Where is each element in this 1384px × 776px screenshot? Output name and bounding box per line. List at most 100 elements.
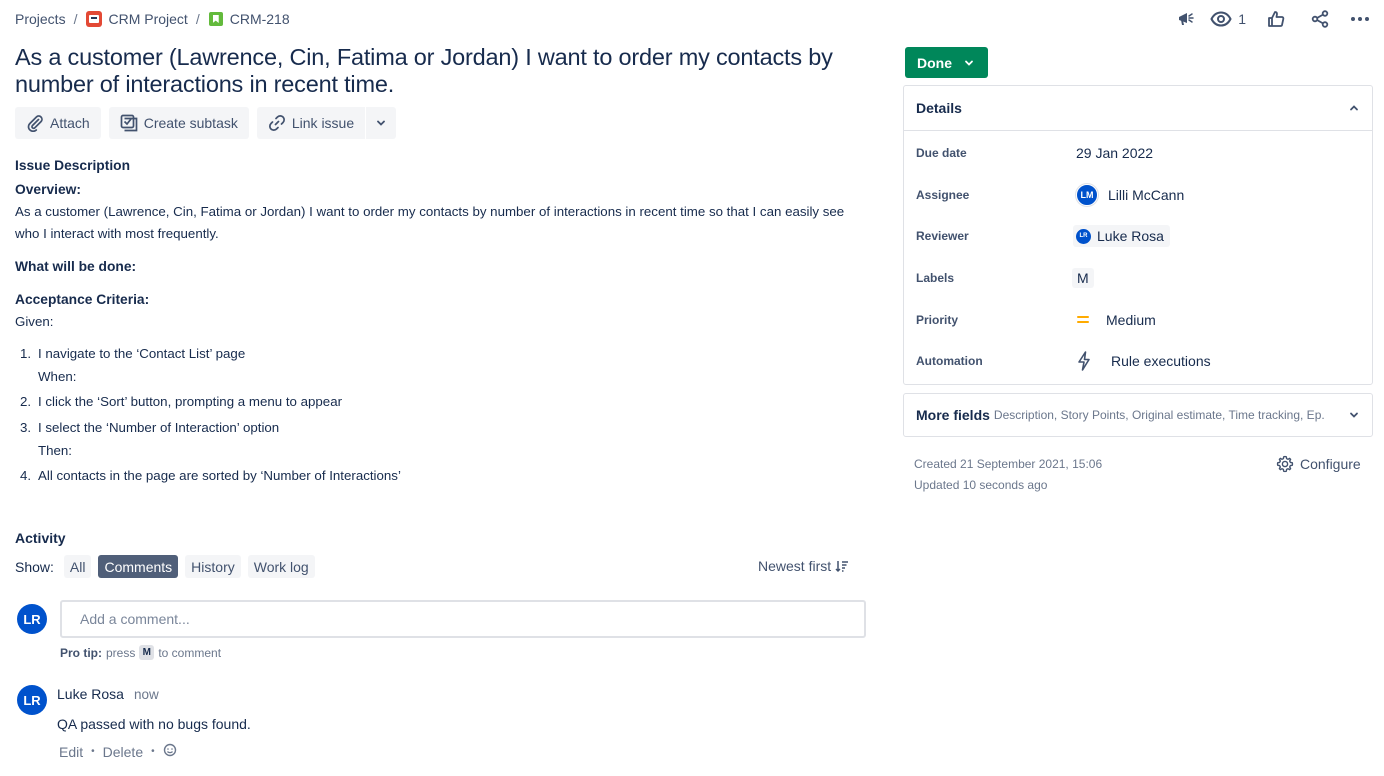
more-fields-panel[interactable]: More fields Description, Story Points, O… xyxy=(903,393,1373,437)
subtask-icon xyxy=(120,114,138,132)
protip-suffix: to comment xyxy=(158,645,222,660)
chevron-down-icon xyxy=(1350,412,1358,418)
share-button[interactable] xyxy=(1308,8,1332,30)
done-label: What will be done: xyxy=(15,259,137,274)
breadcrumb-issue[interactable]: CRM-218 xyxy=(208,11,290,27)
emoji-icon xyxy=(163,743,176,757)
list-text: I click the ‘Sort’ button, prompting a m… xyxy=(38,394,343,409)
list-item: 3. I select the ‘Number of Interaction’ … xyxy=(15,417,865,462)
chevron-down-icon xyxy=(377,120,386,126)
more-toolbar-dropdown[interactable] xyxy=(366,107,397,139)
configure-button[interactable]: Configure xyxy=(1276,455,1361,473)
feedback-button[interactable] xyxy=(1174,8,1198,30)
priority-value[interactable]: Medium xyxy=(1076,312,1156,328)
create-subtask-button[interactable]: Create subtask xyxy=(108,107,249,139)
overview-text: As a customer (Lawrence, Cin, Fatima or … xyxy=(15,204,845,241)
list-number: 4. xyxy=(20,468,32,483)
priority-row: Priority Medium xyxy=(916,308,1361,332)
issue-title[interactable]: As a customer (Lawrence, Cin, Fatima or … xyxy=(15,44,845,98)
filter-work-log[interactable]: Work log xyxy=(247,555,315,578)
automation-label: Automation xyxy=(916,354,983,368)
paperclip-icon xyxy=(27,115,43,132)
list-number: 3. xyxy=(20,420,32,435)
comment-author[interactable]: Luke Rosa xyxy=(57,686,124,702)
reviewer-label: Reviewer xyxy=(916,229,969,243)
list-sub: When: xyxy=(38,369,77,384)
criteria-list: 1. I navigate to the ‘Contact List’ page… xyxy=(15,343,865,487)
priority-label: Priority xyxy=(916,313,959,327)
show-label: Show: xyxy=(15,558,54,575)
list-text: I select the ‘Number of Interaction’ opt… xyxy=(38,420,280,435)
assignee-label: Assignee xyxy=(916,188,970,202)
more-actions-button[interactable] xyxy=(1348,8,1372,30)
list-item: 1. I navigate to the ‘Contact List’ page… xyxy=(15,343,865,388)
breadcrumb-separator: / xyxy=(195,11,200,27)
given-label: Given: xyxy=(15,314,54,329)
avatar: LR xyxy=(1076,228,1091,244)
automation-value[interactable]: Rule executions xyxy=(1076,351,1211,371)
labels-label: Labels xyxy=(916,271,955,285)
activity-title: Activity xyxy=(15,530,66,546)
thumbs-up-icon xyxy=(1268,11,1285,27)
details-panel: Details Due date 29 Jan 2022 Assignee LM… xyxy=(903,85,1373,385)
due-date-value[interactable]: 29 Jan 2022 xyxy=(1076,145,1153,161)
ellipsis-icon xyxy=(1351,17,1369,21)
updated-text: Updated 10 seconds ago xyxy=(914,478,1048,492)
add-reaction-button[interactable] xyxy=(163,743,177,760)
due-date-row: Due date 29 Jan 2022 xyxy=(916,141,1361,165)
assignee-value[interactable]: LM Lilli McCann xyxy=(1076,184,1184,206)
comment-actions: Edit • Delete • xyxy=(59,743,177,760)
list-item: 4. All contacts in the page are sorted b… xyxy=(15,465,865,487)
issue-meta: Created 21 September 2021, 15:06 Updated… xyxy=(914,454,1102,496)
reviewer-value[interactable]: LR Luke Rosa xyxy=(1073,225,1170,247)
label-chip[interactable]: M xyxy=(1072,268,1094,288)
vote-button[interactable] xyxy=(1264,8,1288,30)
link-issue-button[interactable]: Link issue xyxy=(256,107,366,139)
filter-history[interactable]: History xyxy=(185,555,241,578)
sort-order-button[interactable]: Newest first xyxy=(758,556,849,576)
megaphone-icon xyxy=(1179,13,1194,25)
list-sub: Then: xyxy=(38,443,73,458)
status-label: Done xyxy=(917,54,952,71)
attach-label: Attach xyxy=(50,115,90,131)
story-icon xyxy=(208,12,223,26)
avatar: LM xyxy=(1076,184,1098,206)
breadcrumb-separator: / xyxy=(73,11,78,27)
labels-row: Labels M xyxy=(916,266,1361,290)
created-text: Created 21 September 2021, 15:06 xyxy=(914,457,1103,471)
link-issue-label: Link issue xyxy=(291,115,355,131)
attach-button[interactable]: Attach xyxy=(15,107,101,139)
breadcrumb-projects[interactable]: Projects xyxy=(15,11,66,27)
breadcrumb-issue-key: CRM-218 xyxy=(229,11,290,27)
list-number: 1. xyxy=(20,346,32,361)
comment-time[interactable]: now xyxy=(134,687,159,702)
link-issue-group: Link issue xyxy=(256,107,397,139)
overview-label: Overview: xyxy=(15,182,81,197)
gear-icon xyxy=(1276,455,1294,473)
protip-key: M xyxy=(139,645,155,660)
comment-author-avatar[interactable]: LR xyxy=(17,685,47,715)
add-comment-input[interactable] xyxy=(60,600,866,638)
delete-comment-button[interactable]: Delete xyxy=(103,744,143,760)
status-dropdown[interactable]: Done xyxy=(905,47,988,78)
issue-header-actions: 1 xyxy=(1174,8,1372,30)
reviewer-name: Luke Rosa xyxy=(1097,228,1164,244)
current-user-avatar: LR xyxy=(17,604,47,634)
protip-label: Pro tip: xyxy=(60,645,102,660)
watch-button[interactable]: 1 xyxy=(1210,8,1246,30)
comment-header: Luke Rosa now xyxy=(57,686,159,702)
due-date-label: Due date xyxy=(916,146,967,160)
breadcrumb-project[interactable]: CRM Project xyxy=(86,11,188,27)
filter-comments[interactable]: Comments xyxy=(98,555,179,578)
list-text: I navigate to the ‘Contact List’ page xyxy=(38,346,246,361)
priority-name: Medium xyxy=(1106,312,1156,328)
assignee-name: Lilli McCann xyxy=(1108,187,1185,203)
issue-description[interactable]: Issue Description Overview: As a custome… xyxy=(15,155,865,487)
pro-tip: Pro tip: press M to comment xyxy=(60,645,221,660)
details-header[interactable]: Details xyxy=(904,86,1372,131)
comment-body: QA passed with no bugs found. xyxy=(57,716,251,732)
filter-all[interactable]: All xyxy=(63,555,92,578)
edit-comment-button[interactable]: Edit xyxy=(59,744,83,760)
more-fields-title: More fields xyxy=(916,407,990,423)
configure-label: Configure xyxy=(1300,456,1361,472)
